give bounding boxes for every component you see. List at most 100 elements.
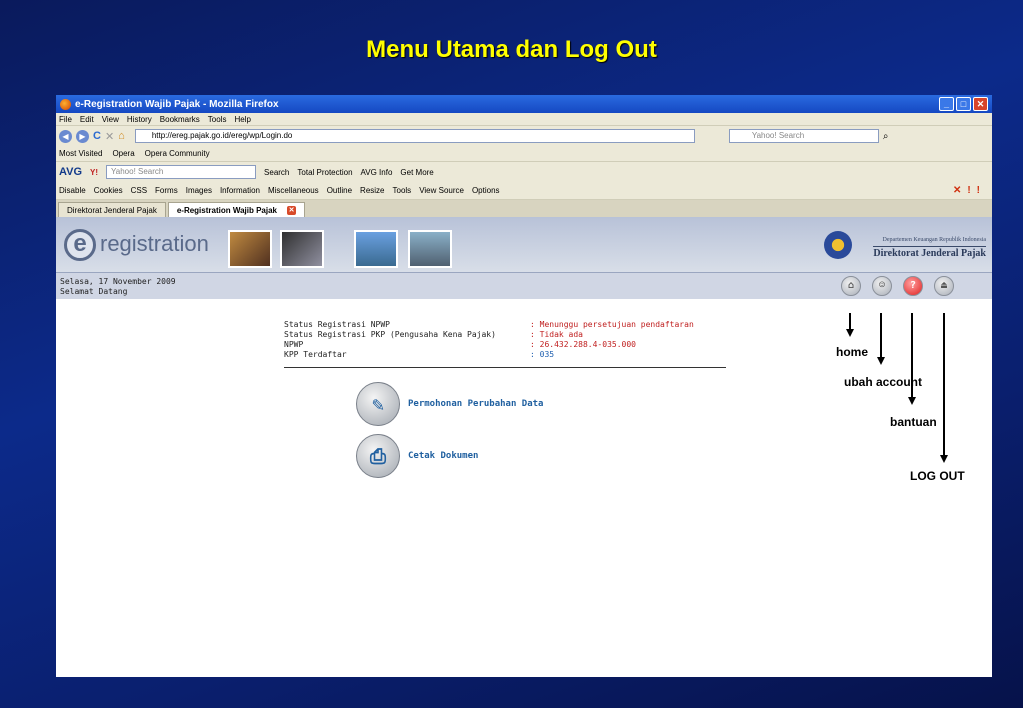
tab-eregistration[interactable]: e-Registration Wajib Pajak ✕ <box>167 202 305 217</box>
dev-forms[interactable]: Forms <box>155 186 178 195</box>
status-value: : 035 <box>530 350 555 359</box>
eregistration-logo-text: registration <box>100 231 209 256</box>
status-row: NPWP : 26.432.288.4-035.000 <box>284 340 694 350</box>
menu-item-label[interactable]: Permohonan Perubahan Data <box>408 399 543 409</box>
status-key: Status Registrasi NPWP <box>284 320 390 329</box>
account-button-icon[interactable]: ☺ <box>872 276 892 296</box>
dev-status-icons: ✕!! <box>952 185 986 196</box>
info-bar: Selasa, 17 November 2009 Selamat Datang … <box>56 273 992 299</box>
avg-logo[interactable]: AVG <box>59 166 82 178</box>
menu-help[interactable]: Help <box>234 115 250 124</box>
status-table: Status Registrasi NPWP : Menunggu perset… <box>284 320 694 360</box>
status-value: : 26.432.288.4-035.000 <box>530 340 636 349</box>
menu-permohonan-perubahan-data[interactable]: ✎ Permohonan Perubahan Data <box>356 382 543 426</box>
menu-tools[interactable]: Tools <box>208 115 227 124</box>
menu-view[interactable]: View <box>102 115 119 124</box>
menu-history[interactable]: History <box>127 115 152 124</box>
printer-icon[interactable]: ⎙ <box>356 434 400 478</box>
navigation-bar: ◀ ▶ C ✕ ⌂ http://ereg.pajak.go.id/ereg/w… <box>56 126 992 146</box>
slide-title: Menu Utama dan Log Out <box>366 36 657 63</box>
menu-edit[interactable]: Edit <box>80 115 94 124</box>
logout-arrow <box>943 313 945 455</box>
window-title: e-Registration Wajib Pajak - Mozilla Fir… <box>75 98 279 110</box>
tab-bar: Direktorat Jenderal Pajak e-Registration… <box>56 200 992 217</box>
home-icon[interactable]: ⌂ <box>118 130 125 142</box>
status-value: : Menunggu persetujuan pendaftaran <box>530 320 694 329</box>
status-row: KPP Terdaftar : 035 <box>284 350 694 360</box>
annotation-home: home <box>836 345 869 359</box>
logout-button-icon[interactable]: ⏏ <box>934 276 954 296</box>
ministry-logo-icon <box>824 231 852 259</box>
edit-document-icon[interactable]: ✎ <box>356 382 400 426</box>
help-arrow <box>911 313 913 397</box>
banner-photo-2 <box>280 230 324 268</box>
browser-screenshot: e-Registration Wajib Pajak - Mozilla Fir… <box>56 95 992 677</box>
bookmark-opera[interactable]: Opera <box>112 149 134 158</box>
directorate-name: Direktorat Jenderal Pajak <box>873 246 986 259</box>
status-row: Status Registrasi PKP (Pengusaha Kena Pa… <box>284 330 694 340</box>
tab-label: e-Registration Wajib Pajak <box>176 205 277 215</box>
stop-icon[interactable]: ✕ <box>105 130 114 143</box>
dev-outline[interactable]: Outline <box>327 186 352 195</box>
status-key: NPWP <box>284 340 304 349</box>
annotation-logout: LOG OUT <box>910 469 965 483</box>
status-row: Status Registrasi NPWP : Menunggu perset… <box>284 320 694 330</box>
avg-get-more[interactable]: Get More <box>400 168 433 177</box>
menu-cetak-dokumen[interactable]: ⎙ Cetak Dokumen <box>356 434 478 478</box>
dev-view-source[interactable]: View Source <box>419 186 464 195</box>
dev-information[interactable]: Information <box>220 186 260 195</box>
dev-options[interactable]: Options <box>472 186 500 195</box>
back-button[interactable]: ◀ <box>59 129 72 143</box>
dev-css[interactable]: CSS <box>131 186 147 195</box>
help-button-icon[interactable]: ? <box>903 276 923 296</box>
menu-bookmarks[interactable]: Bookmarks <box>160 115 200 124</box>
avg-search-input[interactable]: Yahoo! Search <box>106 165 257 179</box>
account-arrow <box>880 313 882 357</box>
site-banner: e registration Departemen Keuangan Repub… <box>56 217 992 273</box>
tab-close-icon[interactable]: ✕ <box>287 205 296 215</box>
status-key: Status Registrasi PKP (Pengusaha Kena Pa… <box>284 330 496 339</box>
bookmarks-bar: Most Visited Opera Opera Community <box>56 146 992 162</box>
dev-images[interactable]: Images <box>186 186 212 195</box>
firefox-icon <box>60 98 71 110</box>
forward-button[interactable]: ▶ <box>76 129 89 143</box>
status-value: : Tidak ada <box>530 330 583 339</box>
yahoo-icon: Y! <box>90 167 99 177</box>
minimize-button[interactable]: _ <box>939 97 954 111</box>
menu-file[interactable]: File <box>59 115 72 124</box>
avg-toolbar: AVG Y! Yahoo! Search Search Total Protec… <box>56 162 992 182</box>
search-box[interactable]: Yahoo! Search <box>728 129 879 143</box>
dev-miscellaneous[interactable]: Miscellaneous <box>268 186 319 195</box>
dev-disable[interactable]: Disable <box>59 186 86 195</box>
reload-icon[interactable]: C <box>93 130 101 142</box>
url-bar[interactable]: http://ereg.pajak.go.id/ereg/wp/Login.do <box>134 129 695 143</box>
dev-resize[interactable]: Resize <box>360 186 384 195</box>
help-arrowhead <box>908 397 916 405</box>
maximize-button[interactable]: □ <box>956 97 971 111</box>
avg-total-protection[interactable]: Total Protection <box>297 168 352 177</box>
home-arrow <box>849 313 851 329</box>
account-arrowhead <box>877 357 885 365</box>
search-magnifier-icon[interactable]: ⌕ <box>883 131 889 142</box>
banner-photo-1 <box>228 230 272 268</box>
close-button[interactable]: ✕ <box>973 97 988 111</box>
avg-search-button[interactable]: Search <box>264 168 289 177</box>
banner-photo-3 <box>354 230 398 268</box>
home-button-icon[interactable]: ⌂ <box>841 276 861 296</box>
avg-info[interactable]: AVG Info <box>361 168 393 177</box>
dev-tools[interactable]: Tools <box>393 186 412 195</box>
annotation-help: bantuan <box>890 415 937 429</box>
banner-photo-4 <box>408 230 452 268</box>
logout-arrowhead <box>940 455 948 463</box>
tab-label: Direktorat Jenderal Pajak <box>67 205 157 215</box>
bookmark-most-visited[interactable]: Most Visited <box>59 149 102 158</box>
home-arrowhead <box>846 329 854 337</box>
status-key: KPP Terdaftar <box>284 350 347 359</box>
tab-direktorat[interactable]: Direktorat Jenderal Pajak <box>58 202 166 217</box>
ministry-name: Departemen Keuangan Republik Indonesia <box>882 237 986 243</box>
divider <box>284 367 726 368</box>
menu-item-label[interactable]: Cetak Dokumen <box>408 451 478 461</box>
window-titlebar: e-Registration Wajib Pajak - Mozilla Fir… <box>56 95 992 113</box>
dev-cookies[interactable]: Cookies <box>94 186 123 195</box>
bookmark-opera-community[interactable]: Opera Community <box>145 149 210 158</box>
